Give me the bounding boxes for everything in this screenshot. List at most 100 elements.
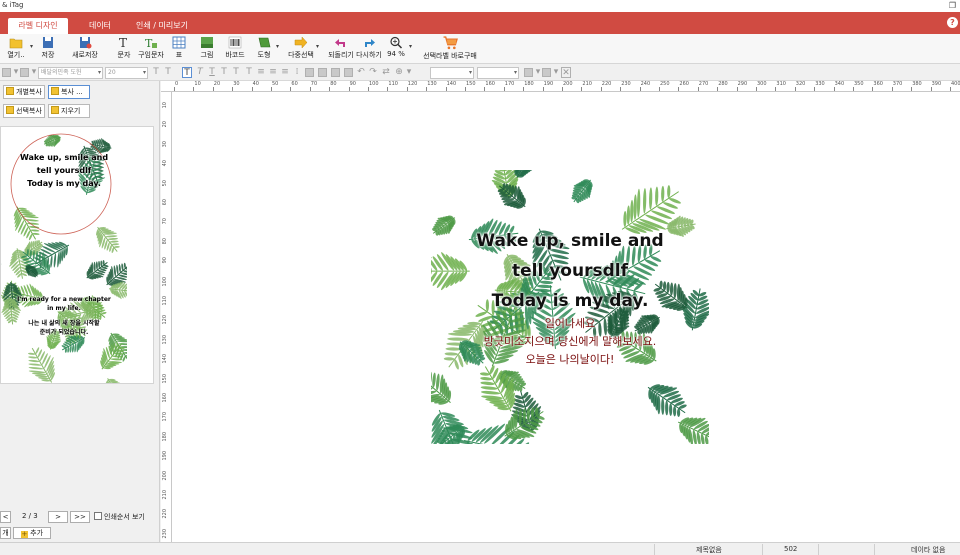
svg-text:T: T bbox=[145, 37, 153, 49]
individual-copy-button[interactable]: 개별복사 bbox=[3, 85, 45, 99]
ruler-tick-label: 220 bbox=[601, 81, 612, 87]
color-picker-icon[interactable] bbox=[524, 68, 533, 77]
align-right-icon[interactable]: ≡ bbox=[280, 67, 290, 78]
text-style-icon[interactable]: T bbox=[151, 67, 161, 78]
save-as-icon bbox=[80, 37, 92, 49]
save-as-button[interactable]: 새로저장 bbox=[70, 36, 100, 63]
align-center-icon[interactable]: ≡ bbox=[268, 67, 278, 78]
ruler-tick-label: 70 bbox=[310, 81, 318, 87]
ruler-tick-label: 230 bbox=[162, 528, 168, 539]
text-button[interactable]: T 문자 bbox=[114, 36, 134, 63]
picture-button[interactable]: 그림 bbox=[197, 36, 217, 63]
ruler-tick-label: 180 bbox=[162, 431, 168, 442]
magnifier-icon bbox=[390, 36, 403, 49]
barcode-icon bbox=[228, 36, 242, 49]
individual-copy-label: 개별복사 bbox=[16, 88, 42, 96]
erase-button[interactable]: 지우기 bbox=[48, 104, 90, 118]
ribbon-tab-bar: 라벨 디자인 데이터 인쇄 / 미리보기 ? bbox=[0, 12, 960, 34]
print-order-checkbox[interactable] bbox=[94, 512, 102, 520]
zoom-level: 94 % bbox=[387, 50, 405, 58]
border-icon[interactable] bbox=[542, 68, 551, 77]
restore-window-icon[interactable]: ❐ bbox=[949, 1, 956, 10]
ruler-tick bbox=[814, 87, 816, 91]
save-button[interactable]: 저장 bbox=[38, 36, 58, 63]
arrange-front-icon[interactable] bbox=[305, 68, 314, 77]
style-select[interactable]: ▾ bbox=[430, 67, 474, 79]
ungroup-icon[interactable] bbox=[344, 68, 353, 77]
text-size-icon[interactable]: T bbox=[163, 67, 173, 78]
ruler-tick-label: 230 bbox=[621, 81, 631, 87]
shape-button[interactable]: 도형 bbox=[254, 36, 274, 63]
korean-text-block[interactable]: 일어나세요 방긋미소지으며 당신에게 말해보세요. 오늘은 나의날이다! bbox=[431, 315, 709, 369]
ruler-tick bbox=[309, 87, 311, 91]
arrange-back-icon[interactable] bbox=[318, 68, 327, 77]
add-label-button[interactable]: + 추가 bbox=[13, 527, 51, 539]
tab-label-design[interactable]: 라벨 디자인 bbox=[8, 18, 68, 34]
variable-text-button[interactable]: T 구임문자 bbox=[137, 36, 165, 63]
prev-page-button[interactable]: < bbox=[0, 511, 11, 523]
ruler-tick-label: 120 bbox=[162, 315, 168, 325]
text-icon: T bbox=[119, 36, 127, 49]
last-page-button[interactable]: >> bbox=[70, 511, 90, 523]
zoom-dropdown-icon[interactable]: ▾ bbox=[409, 43, 412, 50]
group-icon[interactable] bbox=[331, 68, 340, 77]
next-page-button[interactable]: > bbox=[48, 511, 68, 523]
italic-icon[interactable]: T bbox=[195, 67, 205, 78]
bold-icon[interactable]: T bbox=[182, 67, 192, 78]
tab-print-preview[interactable]: 인쇄 / 미리보기 bbox=[130, 18, 194, 34]
shape-dropdown-icon[interactable]: ▾ bbox=[276, 43, 279, 50]
text-effect-icon[interactable]: T bbox=[244, 67, 254, 78]
rotate-right-icon[interactable]: ↷ bbox=[368, 67, 378, 78]
help-icon[interactable]: ? bbox=[947, 17, 958, 28]
strike-icon[interactable]: T bbox=[219, 67, 229, 78]
ruler-tick-label: 50 bbox=[272, 81, 279, 87]
font-size-select[interactable]: 20 ▾ bbox=[105, 67, 148, 79]
flip-icon[interactable]: ⇄ bbox=[381, 67, 391, 78]
label-thumbnail[interactable]: Wake up, smile and tell yoursdlf Today i… bbox=[0, 126, 154, 384]
tab-data[interactable]: 데이터 bbox=[80, 18, 120, 34]
zoom-in-icon[interactable]: ⊕ bbox=[394, 67, 404, 78]
zoom-more-icon[interactable]: ▾ bbox=[404, 67, 414, 78]
variable-text-label: 구임문자 bbox=[138, 51, 164, 59]
line-width-select[interactable]: ▾ bbox=[477, 67, 519, 79]
rotate-left-icon[interactable]: ↶ bbox=[356, 67, 366, 78]
multi-select-button[interactable]: 다중선택 bbox=[287, 36, 315, 63]
title-bar: & iTag ❐ bbox=[0, 0, 960, 12]
redo-button[interactable]: 다시하기 bbox=[355, 36, 383, 63]
delete-label-button[interactable]: 개 bbox=[0, 527, 11, 539]
ruler-tick-label: 340 bbox=[834, 81, 845, 87]
open-button[interactable]: 열기.. bbox=[4, 36, 28, 63]
buy-selected-label-button[interactable]: 선택라벨 바로구매 bbox=[420, 36, 480, 63]
ruler-tick-label: 370 bbox=[892, 81, 903, 87]
align-icon[interactable]: ≡ bbox=[256, 67, 266, 78]
outline-icon[interactable]: T bbox=[231, 67, 241, 78]
ruler-tick-label: 90 bbox=[162, 257, 168, 264]
ruler-tick bbox=[891, 87, 893, 91]
ruler-tick bbox=[329, 87, 331, 91]
select-copy-button[interactable]: 선택복사 bbox=[3, 104, 45, 118]
underline-icon[interactable]: T bbox=[207, 67, 217, 78]
fill-color-icon[interactable] bbox=[2, 68, 11, 77]
ruler-tick-label: 290 bbox=[737, 81, 748, 87]
close-box-icon[interactable]: ✕ bbox=[561, 67, 571, 78]
arrow-right-icon bbox=[294, 36, 308, 49]
zoom-button[interactable]: 94 % bbox=[386, 36, 406, 63]
table-button[interactable]: 표 bbox=[170, 36, 188, 63]
open-dropdown-icon[interactable]: ▾ bbox=[30, 43, 33, 50]
undo-button[interactable]: 되돌리기 bbox=[326, 36, 356, 63]
thumb-line-6: 나는 내 삶의 새 장을 시작할 bbox=[28, 320, 100, 327]
horizontal-ruler: 0 10 20 30 40 50 60 70 80 90 100 110 120 130 140 150 160… bbox=[161, 81, 960, 92]
line-color-icon[interactable] bbox=[20, 68, 29, 77]
english-text-block[interactable]: Wake up, smile and tell yoursdlf Today i… bbox=[431, 226, 709, 316]
font-name-select[interactable]: 배달의민족 도헌 ▾ bbox=[38, 67, 103, 79]
distribute-icon[interactable]: ⁞ bbox=[292, 67, 302, 78]
ruler-tick-label: 350 bbox=[854, 81, 864, 87]
border-dropdown-icon[interactable]: ▾ bbox=[551, 67, 561, 78]
barcode-button[interactable]: 바코드 bbox=[222, 36, 248, 63]
label-design[interactable]: Wake up, smile and tell yoursdlf Today i… bbox=[431, 170, 709, 444]
picture-label: 그림 bbox=[200, 51, 214, 59]
ruler-tick-label: 180 bbox=[524, 81, 534, 87]
ruler-tick bbox=[659, 87, 660, 91]
copy-button[interactable]: 복사 ... bbox=[48, 85, 90, 99]
multi-select-dropdown-icon[interactable]: ▾ bbox=[316, 43, 319, 50]
